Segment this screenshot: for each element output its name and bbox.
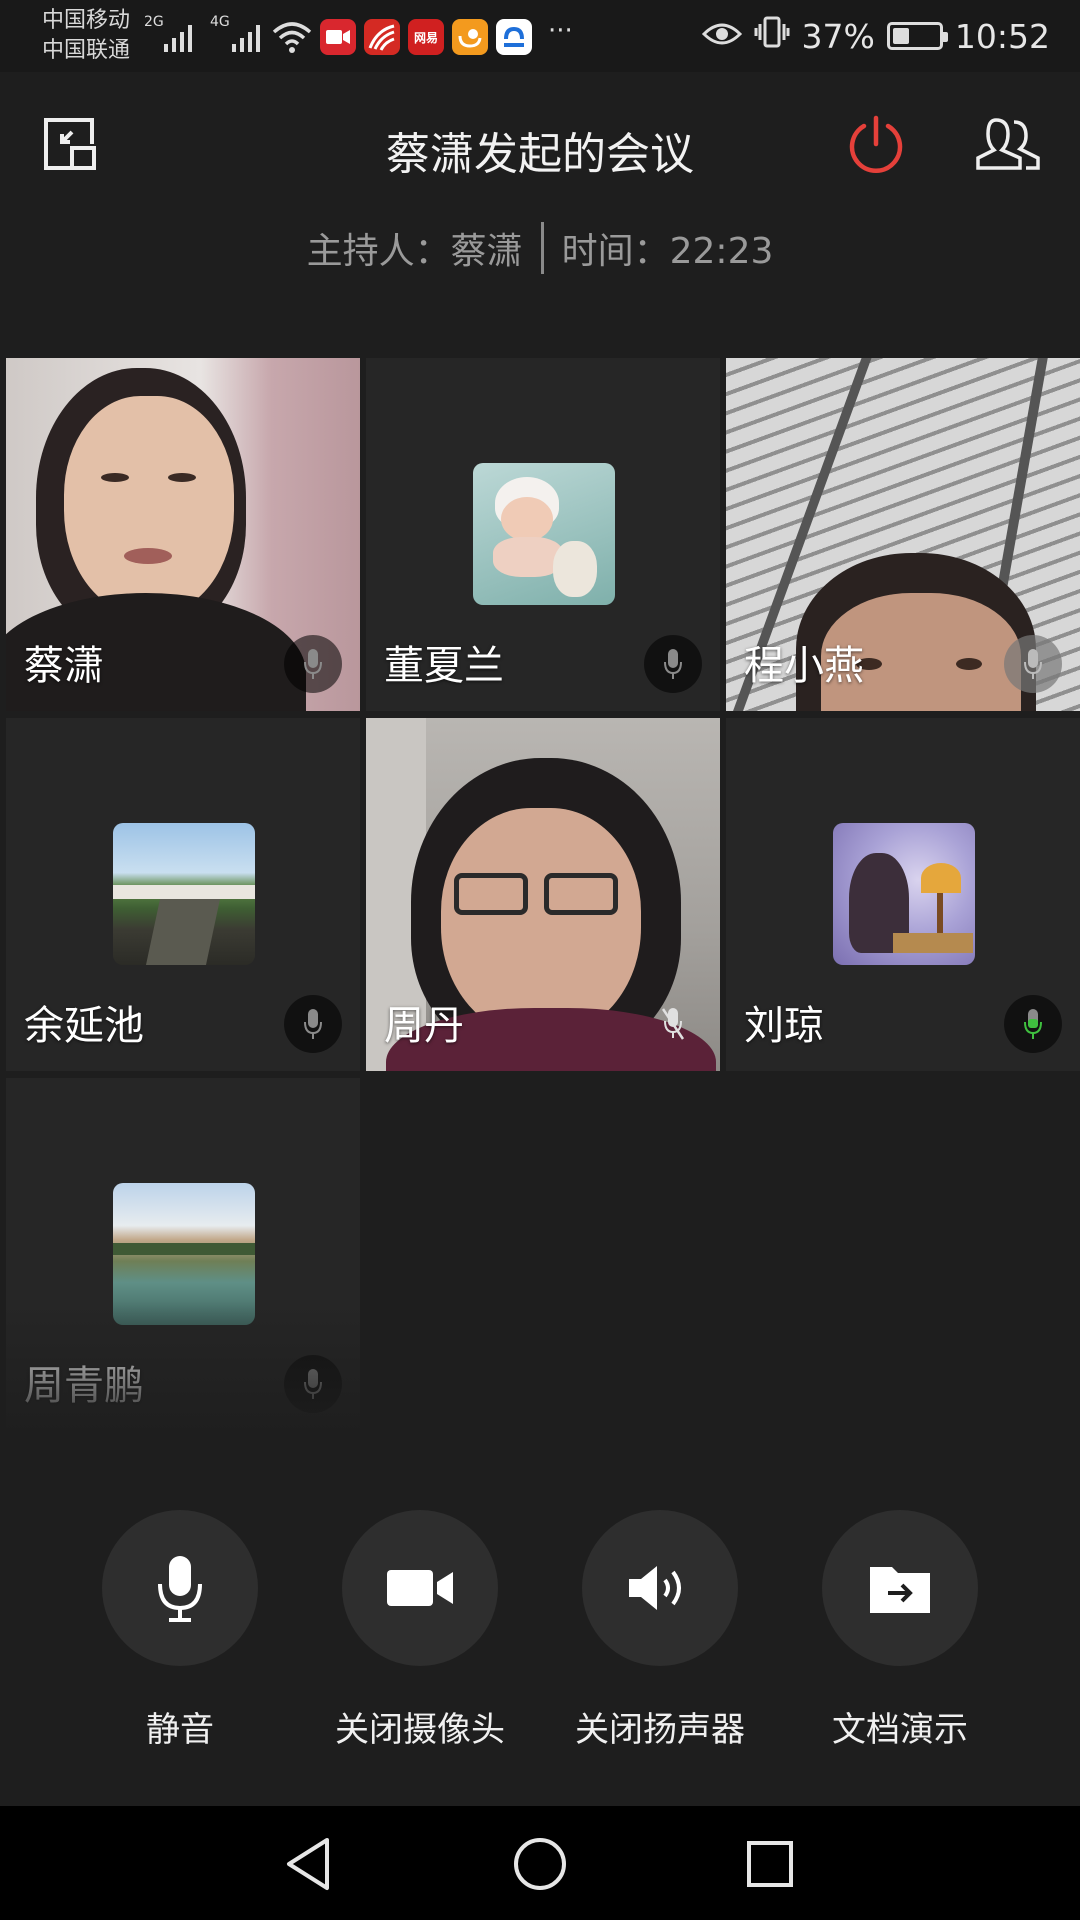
vibrate-icon xyxy=(754,14,790,58)
eye-icon xyxy=(701,17,742,56)
participant-name: 程小燕 xyxy=(744,643,864,689)
participant-tile[interactable]: 程小燕 xyxy=(726,358,1080,711)
meeting-controls: 静音 关闭摄像头 关闭扬声器 文档演示 xyxy=(0,1510,1080,1770)
participant-tile[interactable]: 董夏兰 xyxy=(366,358,720,711)
signal-1-icon xyxy=(164,22,192,52)
avatar xyxy=(473,463,615,605)
video-app-icon xyxy=(320,19,356,55)
more-notifications-icon: ··· xyxy=(548,16,573,46)
mute-button[interactable]: 静音 xyxy=(60,1510,300,1751)
mic-status-icon xyxy=(284,1355,342,1413)
present-circle[interactable] xyxy=(822,1510,978,1666)
mic-status-icon xyxy=(284,635,342,693)
mic-status-icon xyxy=(284,995,342,1053)
speaker-toggle-button[interactable]: 关闭扬声器 xyxy=(540,1510,780,1751)
wifi-icon xyxy=(272,20,312,58)
battery-icon xyxy=(886,22,948,50)
uc-browser-app-icon xyxy=(452,19,488,55)
present-label: 文档演示 xyxy=(832,1710,968,1750)
home-icon[interactable] xyxy=(508,1832,572,1896)
speaker-label: 关闭扬声器 xyxy=(575,1710,745,1750)
netease-app-icon: 网易 xyxy=(408,19,444,55)
network-type-2: 4G xyxy=(210,14,230,30)
mute-label: 静音 xyxy=(146,1710,214,1750)
participant-tile[interactable]: 刘琼 xyxy=(726,718,1080,1071)
navigation-bar xyxy=(0,1806,1080,1920)
status-bar: 中国移动 中国联通 2G 4G 网易 ··· 37% 10:52 xyxy=(0,0,1080,72)
browser-app-icon xyxy=(496,19,532,55)
clock: 10:52 xyxy=(954,16,1050,56)
participant-tile[interactable]: 蔡潇 xyxy=(6,358,360,711)
participant-name: 周青鹏 xyxy=(24,1363,144,1409)
meeting-header: 蔡潇发起的会议 xyxy=(0,72,1080,222)
avatar xyxy=(113,823,255,965)
avatar xyxy=(113,1183,255,1325)
participant-tile[interactable]: 周青鹏 xyxy=(6,1078,360,1431)
network-type-1: 2G xyxy=(144,14,164,30)
meeting-title: 蔡潇发起的会议 xyxy=(386,129,694,180)
mic-muted-icon xyxy=(644,995,702,1053)
carrier-2: 中国联通 xyxy=(42,38,131,63)
participants-icon[interactable] xyxy=(974,114,1042,174)
participant-name: 周丹 xyxy=(384,1003,464,1049)
back-icon[interactable] xyxy=(276,1832,340,1896)
carrier-1: 中国移动 xyxy=(42,8,131,33)
meeting-info: 主持人：蔡潇 时间：22:23 xyxy=(0,222,1080,274)
participant-name: 董夏兰 xyxy=(384,643,504,689)
carrier-names: 中国移动 中国联通 xyxy=(42,6,130,66)
mic-speaking-icon xyxy=(1004,995,1062,1053)
camera-label: 关闭摄像头 xyxy=(335,1710,505,1750)
meeting-time: 时间：22:23 xyxy=(561,231,774,272)
participant-tile[interactable]: 周丹 xyxy=(366,718,720,1071)
end-meeting-icon[interactable] xyxy=(846,114,906,174)
signal-2-icon xyxy=(232,22,260,52)
avatar xyxy=(833,823,975,965)
mic-status-icon xyxy=(1004,635,1062,693)
camera-circle[interactable] xyxy=(342,1510,498,1666)
info-divider xyxy=(540,222,544,274)
participant-name: 刘琼 xyxy=(744,1003,824,1049)
speaker-circle[interactable] xyxy=(582,1510,738,1666)
camera-toggle-button[interactable]: 关闭摄像头 xyxy=(300,1510,540,1751)
xuexi-app-icon xyxy=(364,19,400,55)
participant-name: 余延池 xyxy=(24,1003,144,1049)
battery-percent: 37% xyxy=(801,16,875,56)
participant-name: 蔡潇 xyxy=(24,643,104,689)
mic-status-icon xyxy=(644,635,702,693)
document-present-button[interactable]: 文档演示 xyxy=(780,1510,1020,1751)
participant-tile[interactable]: 余延池 xyxy=(6,718,360,1071)
status-right: 37% 10:52 xyxy=(701,14,1050,58)
recent-apps-icon[interactable] xyxy=(738,1832,802,1896)
mute-circle[interactable] xyxy=(102,1510,258,1666)
host-label: 主持人：蔡潇 xyxy=(306,231,523,272)
